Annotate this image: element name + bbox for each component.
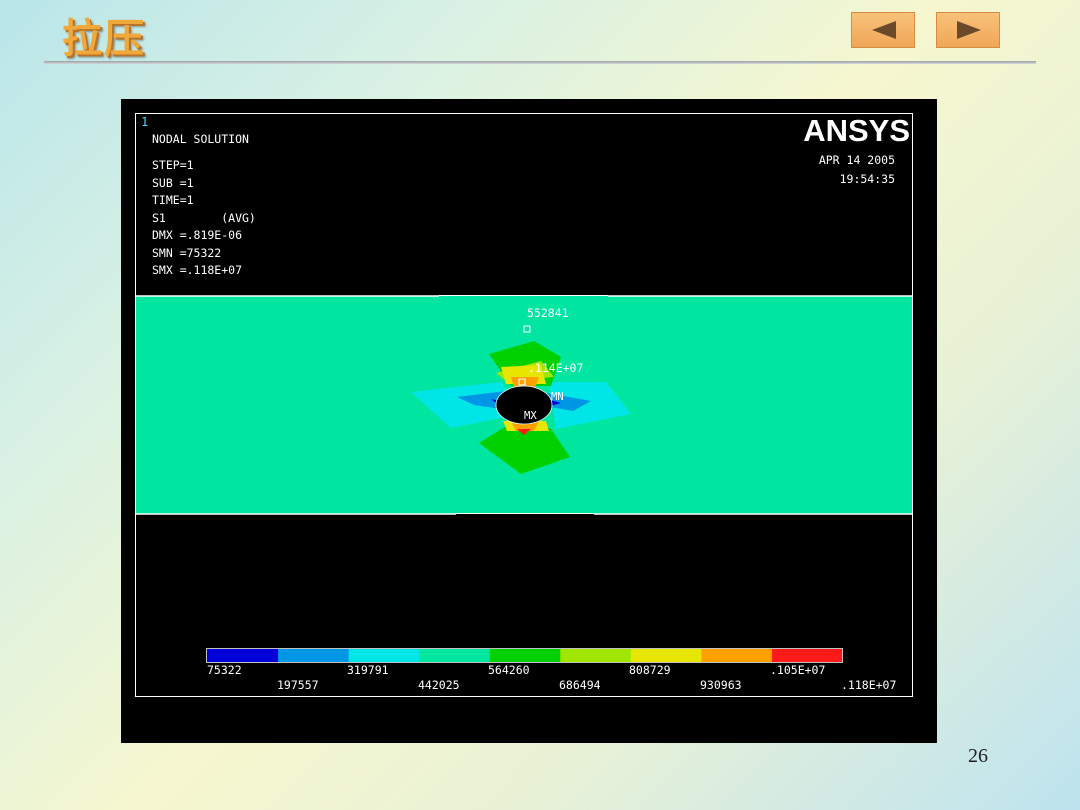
header-divider: [44, 61, 1036, 64]
legend-swatch: [630, 649, 702, 662]
legend-label: 75322: [207, 663, 242, 677]
legend-label: .118E+07: [841, 678, 896, 692]
legend-swatch: [489, 649, 561, 662]
next-slide-button[interactable]: [936, 12, 1000, 48]
legend-swatch: [559, 649, 631, 662]
triangle-left-icon: [872, 21, 896, 39]
legend-label: 686494: [559, 678, 601, 692]
legend-labels: 75322 319791 564260 808729 .105E+07 1975…: [207, 663, 896, 692]
legend-swatch: [348, 649, 420, 662]
near-value-label: .114E+07: [528, 361, 583, 375]
info-block: NODAL SOLUTION STEP=1 SUB =1 TIME=1 S1 (…: [152, 132, 256, 277]
slide-title: 拉压: [62, 16, 146, 62]
legend-label: 319791: [347, 663, 389, 677]
info-line: SMX =.118E+07: [152, 263, 242, 277]
info-line: DMX =.819E-06: [152, 228, 242, 242]
max-marker-label: MX: [524, 410, 537, 422]
legend-swatch: [771, 649, 843, 662]
contour-legend: [206, 648, 843, 663]
plot-time: 19:54:35: [840, 172, 895, 186]
previous-slide-button[interactable]: [851, 12, 915, 48]
window-number: 1: [141, 115, 148, 129]
legend-label: 930963: [700, 678, 742, 692]
min-marker-label: MN: [551, 391, 564, 403]
legend-swatch: [207, 649, 279, 662]
legend-swatch: [277, 649, 349, 662]
far-value-label: 552841: [527, 306, 569, 320]
legend-label: 808729: [629, 663, 671, 677]
page-number: 26: [968, 745, 988, 767]
legend-label: .105E+07: [770, 663, 825, 677]
ansys-plot: 1 NODAL SOLUTION STEP=1 SUB =1 TIME=1 S1…: [135, 113, 913, 697]
ansys-result-window: 1 NODAL SOLUTION STEP=1 SUB =1 TIME=1 S1…: [121, 99, 937, 743]
info-line: S1 (AVG): [152, 211, 256, 225]
info-line: NODAL SOLUTION: [152, 132, 249, 146]
triangle-right-icon: [957, 21, 981, 39]
plot-date: APR 14 2005: [819, 153, 895, 167]
info-line: TIME=1: [152, 193, 194, 207]
info-line: SMN =75322: [152, 246, 221, 260]
legend-label: 442025: [418, 678, 460, 692]
legend-label: 197557: [277, 678, 319, 692]
info-line: SUB =1: [152, 176, 194, 190]
info-line: STEP=1: [152, 158, 194, 172]
legend-swatch: [700, 649, 772, 662]
legend-label: 564260: [488, 663, 530, 677]
ansys-logo: ANSYS: [803, 113, 910, 148]
legend-swatch: [418, 649, 490, 662]
